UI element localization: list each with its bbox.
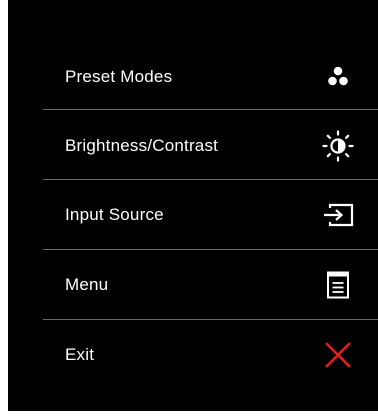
brightness-contrast-icon [318,126,358,166]
input-source-label: Input Source [65,205,164,224]
menu-icon [318,265,358,305]
menu-button[interactable]: Menu [43,250,378,320]
preset-modes-icon [318,57,358,97]
exit-label: Exit [65,345,95,364]
brightness-contrast-label: Brightness/Contrast [65,136,219,155]
divider [43,109,378,110]
preset-modes-button[interactable]: Preset Modes [43,42,378,112]
menu-label: Menu [65,275,109,294]
preset-modes-label: Preset Modes [65,67,173,86]
input-source-button[interactable]: Input Source [43,180,378,250]
exit-button[interactable]: Exit [43,320,378,390]
osd-menu-panel: Preset Modes Brightness/Contrast Input S… [8,0,378,411]
brightness-contrast-button[interactable]: Brightness/Contrast [43,111,378,181]
exit-icon [318,335,358,375]
input-source-icon [318,195,358,235]
